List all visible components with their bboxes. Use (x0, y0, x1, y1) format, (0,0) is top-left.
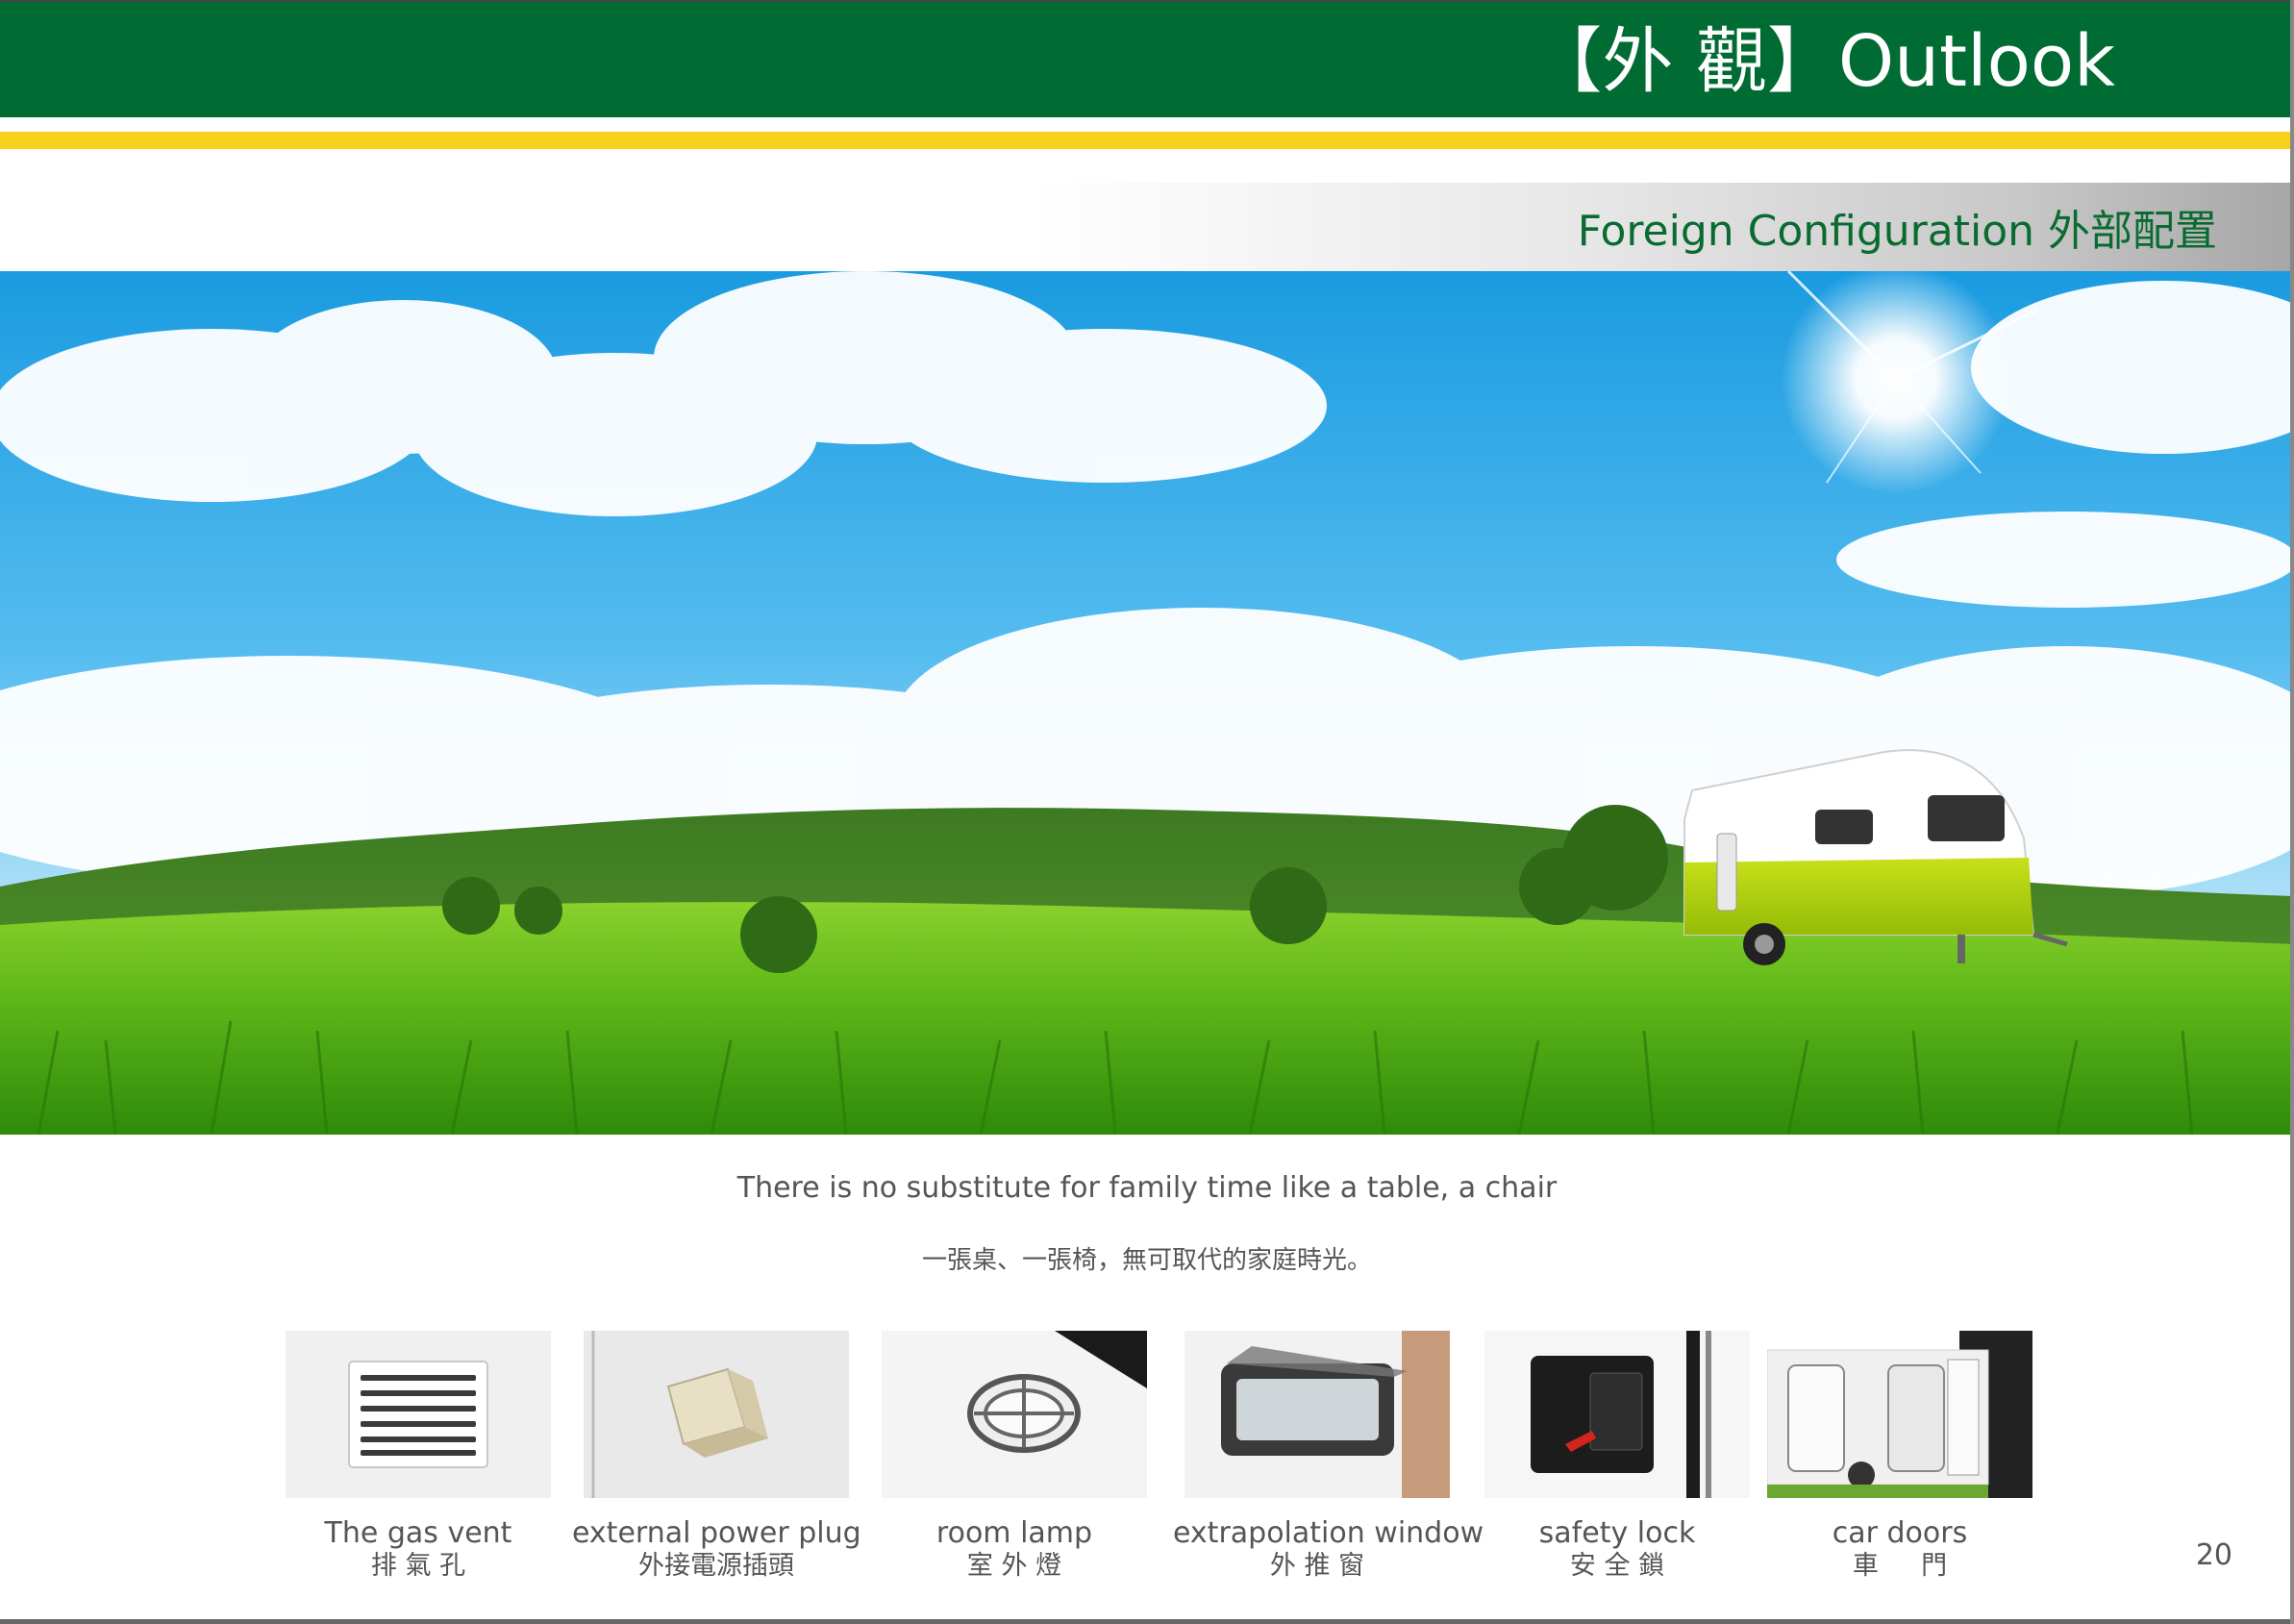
lamp-icon (882, 1331, 1147, 1498)
window-icon (1184, 1331, 1450, 1498)
plug-icon (584, 1331, 849, 1498)
tagline-english: There is no substitute for family time l… (736, 1171, 1558, 1205)
feature-label-en: car doors (1832, 1516, 1968, 1550)
lock-icon (1484, 1331, 1750, 1498)
page-number: 20 (2195, 1538, 2232, 1572)
hero-image (0, 271, 2294, 1135)
landscape-illustration (0, 271, 2294, 1135)
feature-room-lamp: room lamp 室 外 燈 (870, 1331, 1159, 1583)
vent-icon (286, 1331, 551, 1498)
page-title: 【外 觀】Outlook (1531, 20, 2115, 103)
feature-power-plug: external power plug 外接電源插頭 (572, 1331, 861, 1583)
feature-label-zh: 外 推 窗 (1269, 1551, 1365, 1581)
feature-gas-vent: The gas vent 排 氣 孔 (274, 1331, 562, 1583)
frame-border-right (2290, 0, 2294, 1624)
feature-label-zh: 外接電源插頭 (638, 1551, 794, 1581)
feature-extrapolation-window: extrapolation window 外 推 窗 (1173, 1331, 1484, 1583)
feature-label-en: room lamp (935, 1516, 1093, 1550)
section-header: Foreign Configuration 外部配置 (0, 183, 2294, 271)
accent-stripe (0, 132, 2294, 149)
frame-border-bottom (0, 1619, 2294, 1624)
feature-label-en: safety lock (1538, 1516, 1696, 1550)
feature-label-zh: 車 門 (1852, 1551, 1948, 1581)
tagline-chinese: 一張桌、一張椅，無可取代的家庭時光。 (921, 1246, 1372, 1275)
header-bar: 【外 觀】Outlook (0, 0, 2294, 117)
feature-label-zh: 排 氣 孔 (370, 1551, 466, 1581)
feature-safety-lock: safety lock 安 全 鎖 (1473, 1331, 1761, 1583)
feature-car-doors: car doors 車 門 (1756, 1331, 2044, 1583)
feature-label-zh: 室 外 燈 (966, 1551, 1062, 1581)
feature-label-zh: 安 全 鎖 (1569, 1551, 1665, 1581)
feature-label-en: The gas vent (324, 1516, 512, 1550)
door-icon (1767, 1331, 2032, 1498)
feature-label-en: external power plug (572, 1516, 861, 1550)
section-title: Foreign Configuration 外部配置 (1577, 207, 2217, 256)
feature-label-en: extrapolation window (1173, 1516, 1484, 1550)
